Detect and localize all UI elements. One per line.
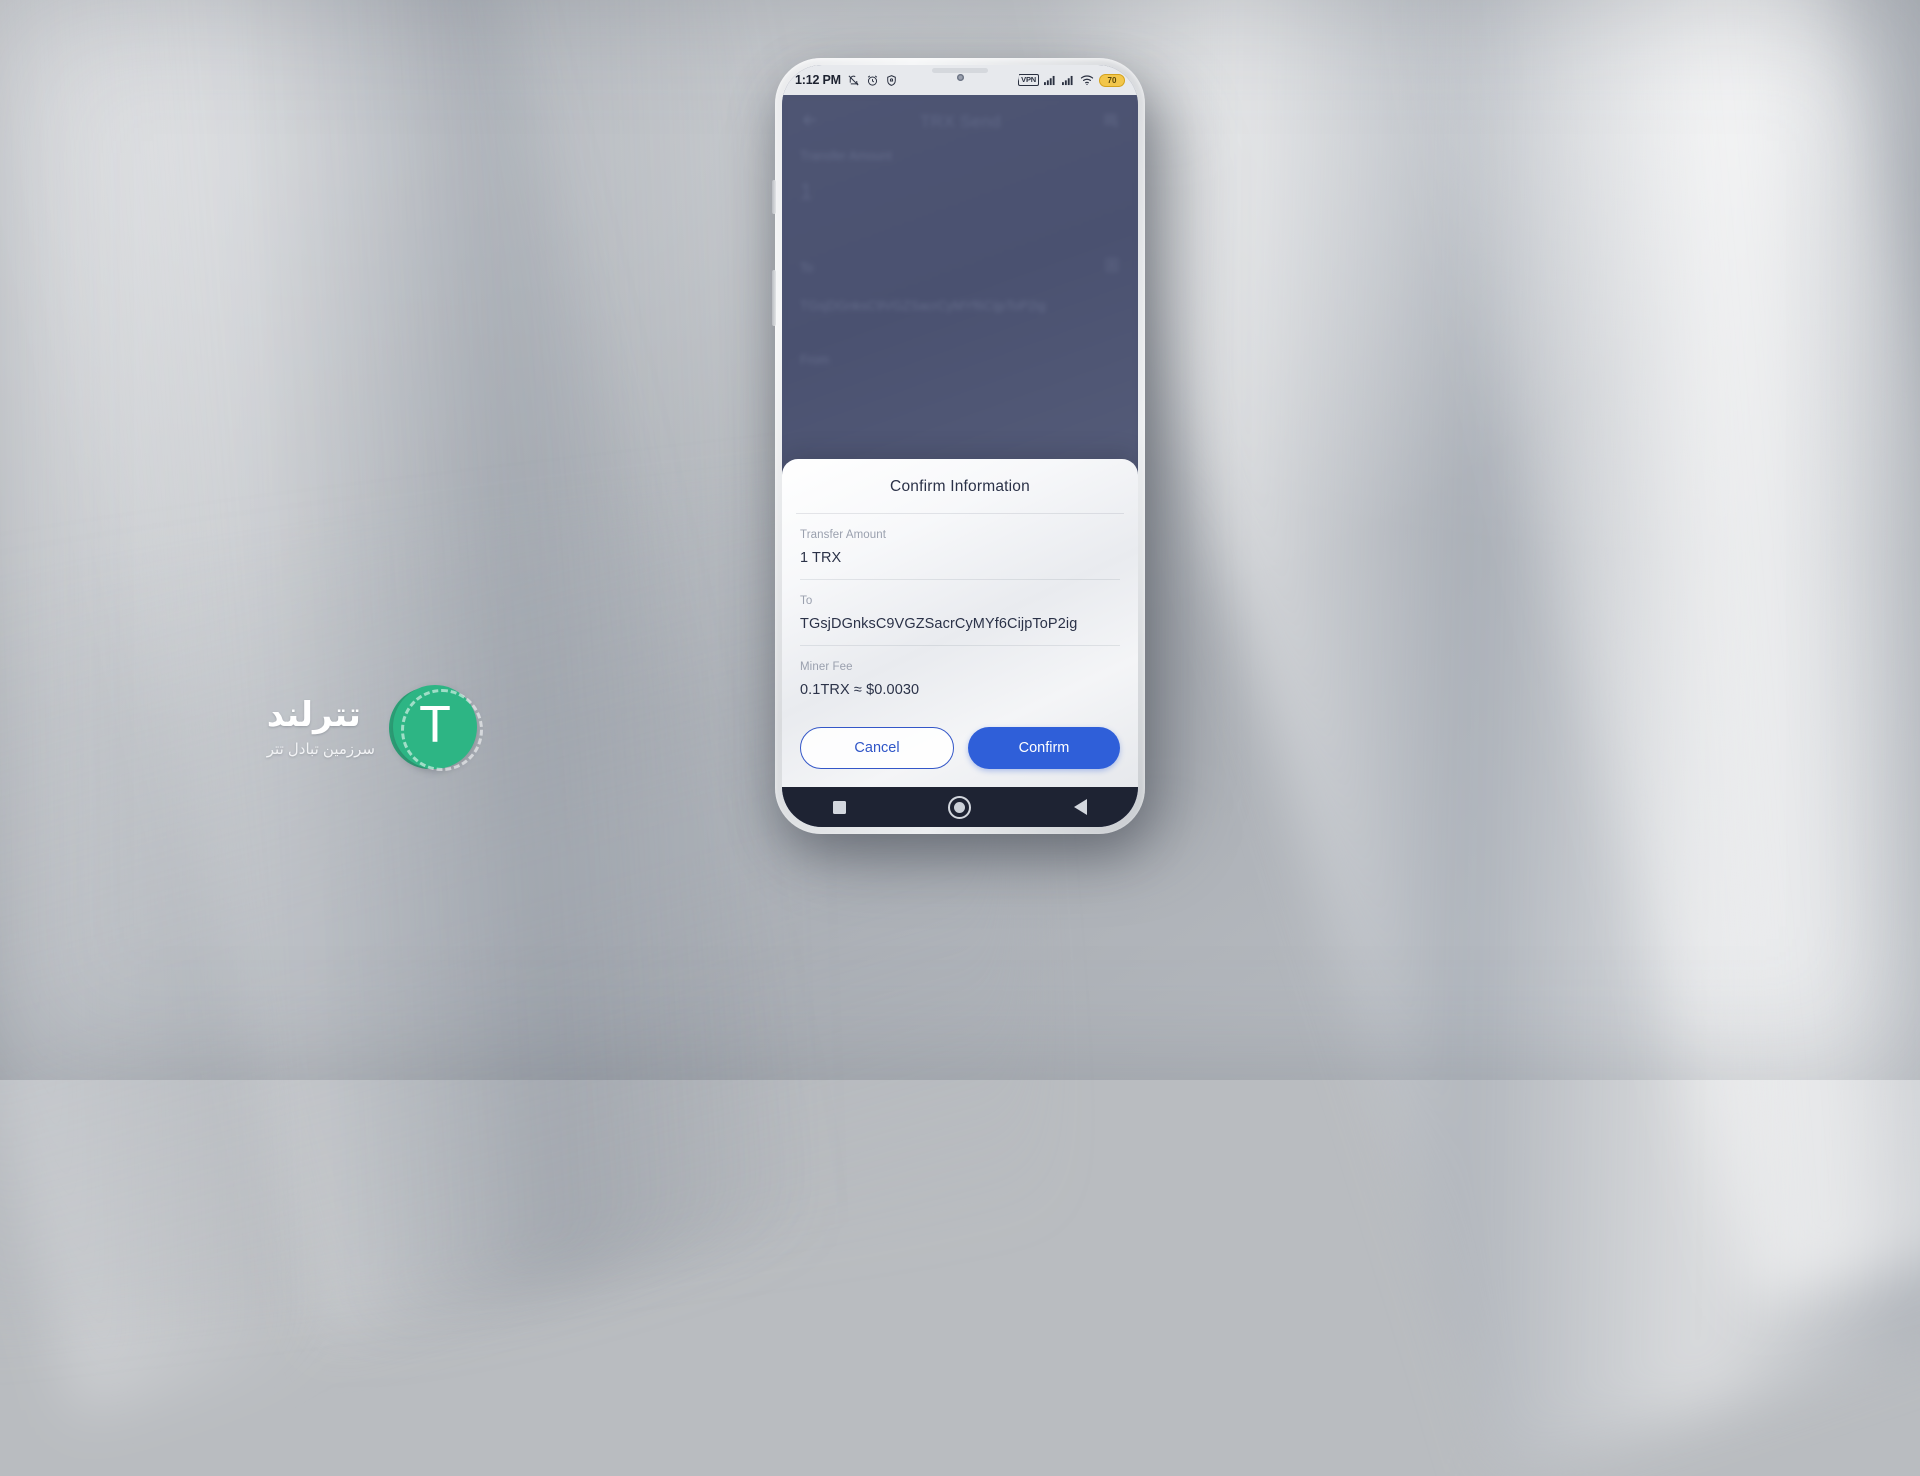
bg-to-value: TGsjDGnksC9VGZSacrCyMYf6CijpToP2ig (800, 298, 1046, 313)
home-circle-icon[interactable] (948, 795, 972, 819)
app-header-bar: TRX Send (782, 95, 1138, 149)
battery-indicator: 70 (1099, 73, 1125, 87)
field-value: 0.1TRX ≈ $0.0030 (800, 682, 920, 698)
brand-title: تترلند (266, 696, 361, 735)
android-nav-bar (782, 787, 1138, 827)
back-triangle-icon[interactable] (1073, 799, 1087, 815)
transaction-records-icon[interactable] (1101, 110, 1120, 134)
field-label: To (800, 595, 813, 607)
volume-button[interactable] (772, 180, 776, 214)
coin-front-layer: T (393, 685, 483, 771)
signal-sim1-icon (1044, 74, 1057, 86)
bg-from-row: From (800, 353, 1120, 367)
bg-from-label: From (800, 353, 830, 367)
back-arrow-icon[interactable] (800, 110, 820, 135)
field-label: Miner Fee (800, 661, 853, 673)
dialog-actions: Cancel Confirm (782, 711, 1138, 787)
phone-device: TRX Send Transfer Amount 1 To TGsjDGnksC… (772, 58, 1145, 834)
phone-screen: TRX Send Transfer Amount 1 To TGsjDGnksC… (782, 65, 1138, 827)
status-bar-right: VPN 70 (1018, 73, 1125, 87)
bg-amount-label: Transfer Amount (800, 149, 892, 163)
dialog-field-amount: Transfer Amount 1 TRX (800, 514, 1120, 580)
vpn-badge: VPN (1018, 74, 1039, 86)
brand-subtitle: سرزمین تبادل تتر (266, 740, 375, 758)
front-camera-icon (956, 73, 964, 81)
address-book-icon[interactable] (1104, 257, 1120, 278)
bg-to-row: To TGsjDGnksC9VGZSacrCyMYf6CijpToP2ig (800, 257, 1120, 313)
earpiece-speaker (932, 68, 988, 73)
brand-lockup: تترلند سرزمین تبادل تتر T (145, 672, 483, 784)
status-clock: 1:12 PM (795, 73, 841, 87)
status-bar-left: 1:12 PM (795, 73, 898, 87)
field-value: TGsjDGnksC9VGZSacrCyMYf6CijpToP2ig (800, 616, 1078, 632)
wifi-icon (1080, 74, 1094, 86)
brand-logo-icon: T (389, 685, 483, 771)
confirm-button[interactable]: Confirm (968, 727, 1120, 769)
cancel-button[interactable]: Cancel (800, 727, 954, 769)
dialog-fields: Transfer Amount 1 TRX To TGsjDGnksC9VGZS… (782, 514, 1138, 711)
power-button[interactable] (772, 270, 776, 326)
bg-amount-value: 1 (800, 179, 813, 204)
dialog-field-to: To TGsjDGnksC9VGZSacrCyMYf6CijpToP2ig (800, 580, 1120, 646)
app-body: Transfer Amount 1 To TGsjDGnksC9VGZSacrC… (782, 149, 1138, 367)
field-label: Transfer Amount (800, 529, 887, 541)
recents-square-icon[interactable] (833, 800, 847, 814)
app-title: TRX Send (920, 112, 1001, 131)
bg-to-label: To (800, 260, 814, 275)
dialog-field-miner-fee: Miner Fee 0.1TRX ≈ $0.0030 (800, 646, 1120, 711)
bg-amount-row: Transfer Amount 1 (800, 149, 1120, 205)
security-shield-icon (885, 74, 898, 87)
alarm-icon (866, 74, 879, 87)
signal-sim2-icon (1062, 74, 1075, 86)
coin-letter: T (419, 696, 451, 754)
field-value: 1 TRX (800, 550, 842, 566)
dialog-title: Confirm Information (890, 478, 1030, 495)
mute-icon (847, 74, 860, 87)
confirm-dialog: Confirm Information Transfer Amount 1 TR… (782, 459, 1138, 787)
brand-text-block: تترلند سرزمین تبادل تتر (266, 696, 375, 758)
